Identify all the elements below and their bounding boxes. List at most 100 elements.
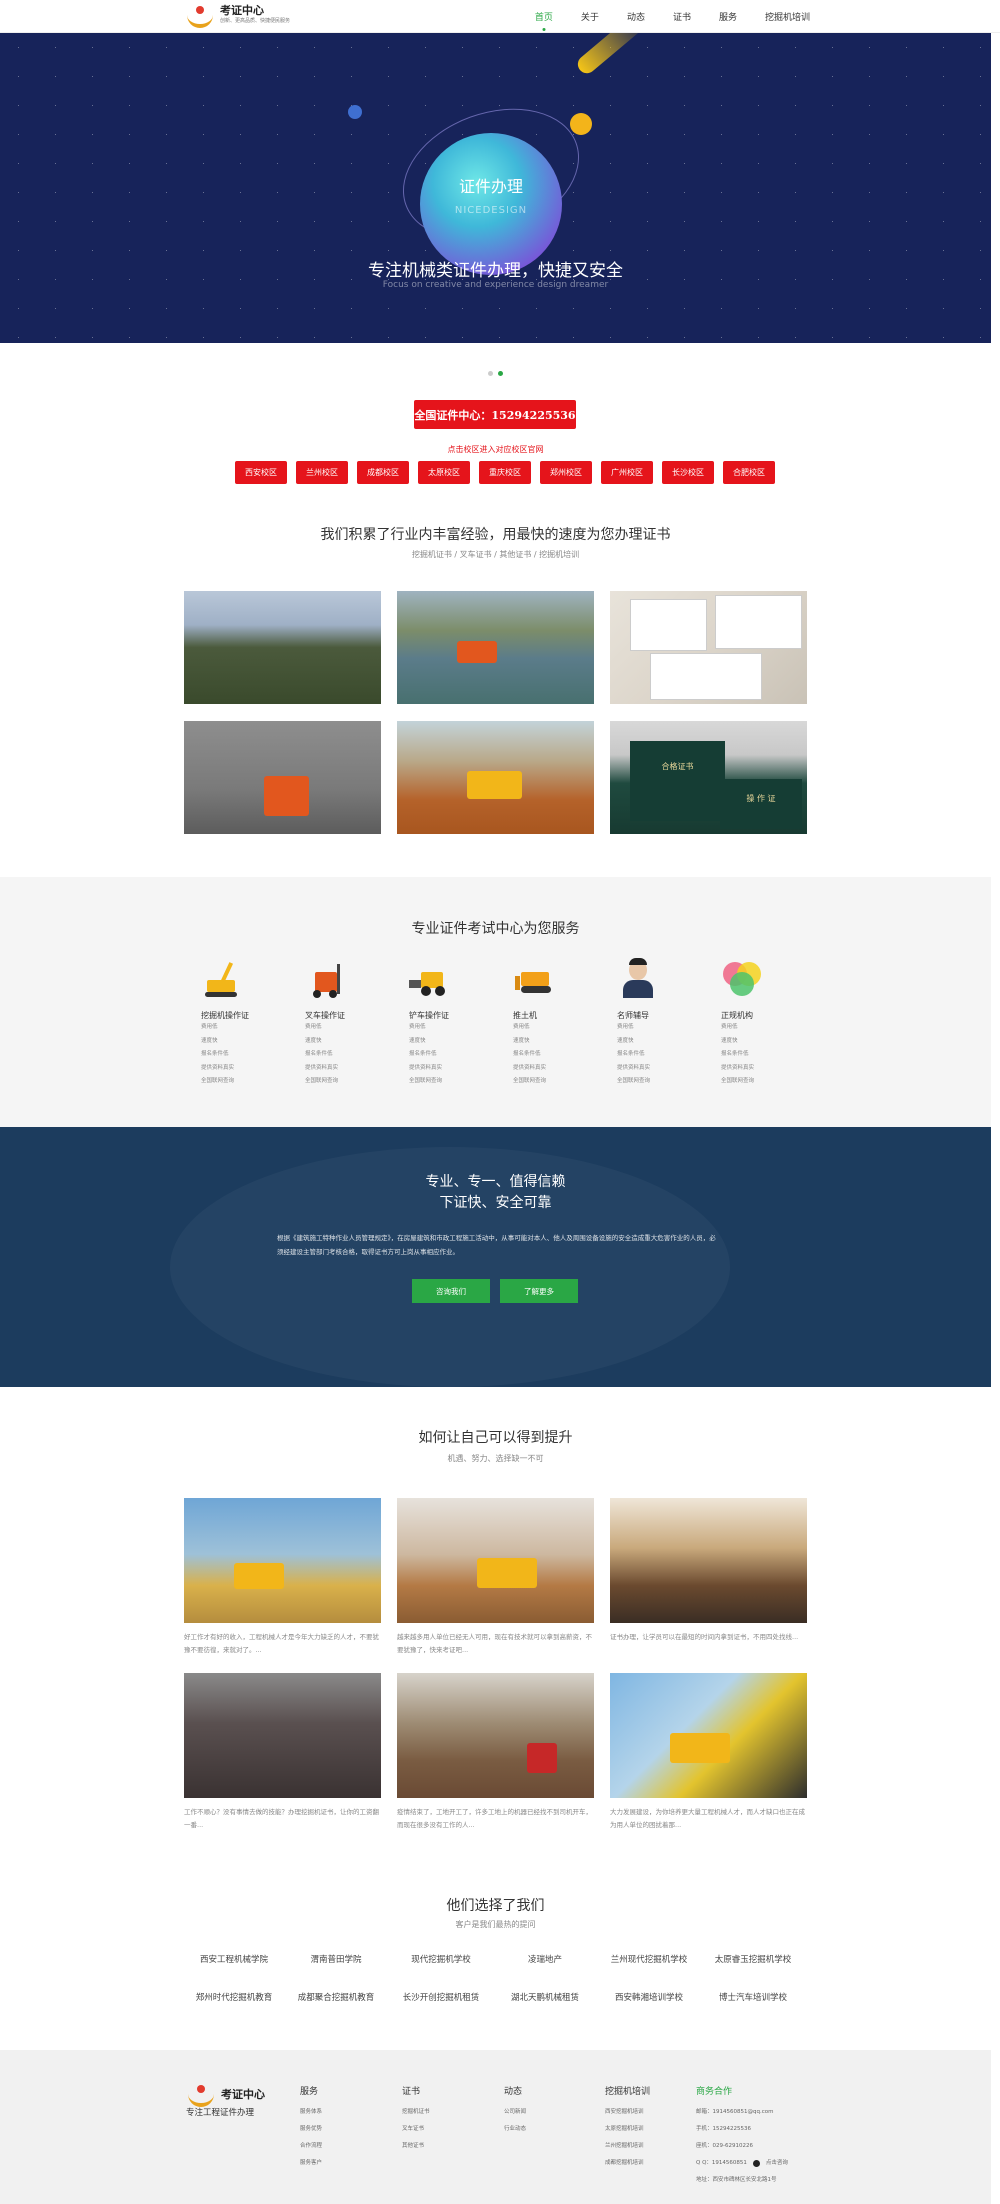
improve-text[interactable]: 大力发展建设，为你培养更大量工程机械人才，而人才缺口也正在成为用人单位的困扰着那… bbox=[610, 1806, 807, 1832]
service-loader[interactable]: 铲车操作证 费用低 速度快 报名条件低 提供资料真实 全国联网查询 bbox=[409, 958, 499, 1089]
service-point: 报名条件低 bbox=[513, 1051, 541, 1057]
nav-home[interactable]: 首页 bbox=[535, 10, 553, 23]
service-excavator[interactable]: 挖掘机操作证 费用低 速度快 报名条件低 提供资料真实 全国联网查询 bbox=[201, 958, 291, 1089]
experience-title: 我们积累了行业内丰富经验，用最快的速度为您办理证书 bbox=[320, 527, 671, 543]
nav-certificates[interactable]: 证书 bbox=[673, 10, 691, 23]
service-name: 铲车操作证 bbox=[409, 1011, 449, 1020]
service-point: 提供资料真实 bbox=[201, 1064, 235, 1071]
campus-chengdu[interactable]: 成都校区 bbox=[357, 461, 409, 484]
service-bulldozer[interactable]: 推土机 费用低 速度快 报名条件低 提供资料真实 全国联网查询 bbox=[513, 958, 603, 1089]
qq-icon bbox=[752, 2160, 760, 2167]
photo-certificate-books[interactable]: 合格证书 操 作 证 bbox=[610, 721, 807, 834]
campus-xian[interactable]: 西安校区 bbox=[235, 461, 287, 484]
contact-tel[interactable]: 座机：029-62910226 bbox=[696, 2138, 788, 2155]
photo-excavators-city[interactable] bbox=[184, 1498, 381, 1623]
experience-tags[interactable]: 挖掘机证书 / 叉车证书 / 其他证书 / 挖掘机培训 bbox=[0, 549, 991, 560]
campus-guangzhou[interactable]: 广州校区 bbox=[601, 461, 653, 484]
site-logo[interactable]: 考证中心 创新、更高品质、快捷便民服务 bbox=[185, 4, 290, 28]
nav-services[interactable]: 服务 bbox=[719, 10, 737, 23]
footer-contact-title: 商务合作 bbox=[696, 2087, 733, 2097]
footer-link[interactable]: 服务客户 bbox=[300, 2155, 322, 2172]
nav-excavator-training[interactable]: 挖掘机培训 bbox=[765, 10, 810, 23]
service-point: 费用低 bbox=[721, 1024, 738, 1030]
clients-subtitle: 客户是我们最热的提问 bbox=[455, 1920, 536, 1929]
nav-news[interactable]: 动态 bbox=[627, 10, 645, 23]
footer-link[interactable]: 服务优势 bbox=[300, 2121, 322, 2138]
improve-text[interactable]: 工作不顺心？没有事情去做的技能？办理挖掘机证书，让你的工资翻一番... bbox=[184, 1806, 381, 1832]
footer-link[interactable]: 挖掘机证书 bbox=[402, 2104, 430, 2121]
trust-heading-1: 专业、专一、值得信赖 bbox=[425, 1174, 566, 1190]
footer-link[interactable]: 公司新闻 bbox=[504, 2104, 526, 2121]
photo-classroom[interactable] bbox=[610, 1498, 807, 1623]
footer-link[interactable]: 叉车证书 bbox=[402, 2121, 430, 2138]
qq-consult-link[interactable]: 点击咨询 bbox=[766, 2155, 788, 2172]
footer-slogan: 专注工程证件办理 bbox=[186, 2108, 255, 2118]
client-name[interactable]: 博士汽车培训学校 bbox=[688, 1991, 818, 2003]
footer-col-title: 证书 bbox=[402, 2087, 421, 2097]
footer-link[interactable]: 成都挖掘机培训 bbox=[605, 2155, 650, 2172]
footer-col-services: 服务 服务体系 服务优势 合作流程 服务客户 bbox=[300, 2084, 322, 2172]
learn-more-button[interactable]: 了解更多 bbox=[500, 1279, 578, 1303]
carousel-dot[interactable] bbox=[488, 371, 493, 376]
campus-changsha[interactable]: 长沙校区 bbox=[662, 461, 714, 484]
main-nav: 首页 关于 动态 证书 服务 挖掘机培训 bbox=[535, 0, 810, 32]
photo-forklift[interactable] bbox=[184, 721, 381, 834]
service-point: 提供资料真实 bbox=[513, 1064, 547, 1071]
campus-hefei[interactable]: 合肥校区 bbox=[723, 461, 775, 484]
contact-phone[interactable]: 手机：15294225536 bbox=[696, 2121, 788, 2138]
contact-qq: Q Q：1914560851 bbox=[696, 2160, 747, 2166]
footer-link[interactable]: 行业动态 bbox=[504, 2121, 526, 2138]
service-point: 报名条件低 bbox=[201, 1051, 229, 1057]
photo-excavator-site[interactable] bbox=[397, 1498, 594, 1623]
improve-text[interactable]: 证书办理，让学员可以在最短的时间内拿到证书，不用四处找线... bbox=[610, 1631, 807, 1644]
banner-subtitle: Focus on creative and experience design … bbox=[382, 280, 609, 290]
service-point: 速度快 bbox=[305, 1037, 322, 1044]
footer-link[interactable]: 合作流程 bbox=[300, 2138, 322, 2155]
hero-banner[interactable]: 证件办理 NICEDESIGN 专注机械类证件办理，快捷又安全 Focus on… bbox=[0, 33, 991, 343]
improve-text[interactable]: 好工作才有好的收入，工程机械人才是今年大力缺乏的人才，不要犹豫不要彷徨，来就对了… bbox=[184, 1631, 381, 1657]
logo-icon bbox=[186, 2083, 216, 2107]
photo-students[interactable] bbox=[184, 591, 381, 704]
footer-link[interactable]: 服务体系 bbox=[300, 2104, 322, 2121]
service-point: 费用低 bbox=[201, 1024, 218, 1030]
footer-link[interactable]: 兰州挖掘机培训 bbox=[605, 2138, 650, 2155]
footer-col-certificates: 证书 挖掘机证书 叉车证书 其他证书 bbox=[402, 2084, 430, 2155]
footer-link[interactable]: 其他证书 bbox=[402, 2138, 430, 2155]
campus-lanzhou[interactable]: 兰州校区 bbox=[296, 461, 348, 484]
service-point: 报名条件低 bbox=[409, 1051, 437, 1057]
teacher-icon bbox=[617, 958, 661, 998]
comet-icon bbox=[570, 113, 592, 135]
excavator-icon bbox=[201, 958, 245, 998]
contact-us-button[interactable]: 咨询我们 bbox=[412, 1279, 490, 1303]
service-name: 名师辅导 bbox=[617, 1011, 649, 1020]
campus-zhengzhou[interactable]: 郑州校区 bbox=[540, 461, 592, 484]
footer-link[interactable]: 太原挖掘机培训 bbox=[605, 2121, 650, 2138]
nav-about[interactable]: 关于 bbox=[581, 10, 599, 23]
service-teacher[interactable]: 名师辅导 费用低 速度快 报名条件低 提供资料真实 全国联网查询 bbox=[617, 958, 707, 1089]
footer-logo[interactable]: 考证中心 bbox=[186, 2083, 265, 2107]
photo-crowd[interactable] bbox=[184, 1673, 381, 1798]
contact-email[interactable]: 邮箱：1914560851@qq.com bbox=[696, 2104, 788, 2121]
logo-icon bbox=[185, 4, 215, 28]
service-point: 全国联网查询 bbox=[409, 1078, 443, 1084]
improve-text[interactable]: 疫情结束了，工地开工了，许多工地上的机器已经找不到司机开车，而现在很多没有工作的… bbox=[397, 1806, 594, 1832]
service-point: 费用低 bbox=[513, 1024, 530, 1030]
improve-text[interactable]: 越来越多用人单位已经无人可用，现在有技术就可以拿到高薪资，不要犹豫了，快来考证吧… bbox=[397, 1631, 594, 1657]
photo-construction-site[interactable] bbox=[397, 1673, 594, 1798]
photo-excavator-water[interactable] bbox=[397, 591, 594, 704]
footer-link[interactable]: 西安挖掘机培训 bbox=[605, 2104, 650, 2121]
campus-taiyuan[interactable]: 太原校区 bbox=[418, 461, 470, 484]
photo-certificate-cards[interactable] bbox=[610, 591, 807, 704]
campus-link-hint[interactable]: 点击校区进入对应校区官网 bbox=[0, 444, 991, 455]
service-institution[interactable]: 正规机构 费用低 速度快 报名条件低 提供资料真实 全国联网查询 bbox=[721, 958, 811, 1089]
service-point: 全国联网查询 bbox=[305, 1078, 339, 1084]
carousel-dot-active[interactable] bbox=[498, 371, 503, 376]
footer-col-training: 挖掘机培训 西安挖掘机培训 太原挖掘机培训 兰州挖掘机培训 成都挖掘机培训 bbox=[605, 2084, 650, 2172]
hotline-button[interactable]: 全国证件中心：15294225536 bbox=[414, 400, 576, 429]
campus-chongqing[interactable]: 重庆校区 bbox=[479, 461, 531, 484]
client-name[interactable]: 太原睿玉挖掘机学校 bbox=[688, 1953, 818, 1965]
service-forklift[interactable]: 叉车操作证 费用低 速度快 报名条件低 提供资料真实 全国联网查询 bbox=[305, 958, 395, 1089]
photo-excavator-building[interactable] bbox=[610, 1673, 807, 1798]
photo-excavator-dirt[interactable] bbox=[397, 721, 594, 834]
footer-logo-title: 考证中心 bbox=[221, 2088, 265, 2101]
